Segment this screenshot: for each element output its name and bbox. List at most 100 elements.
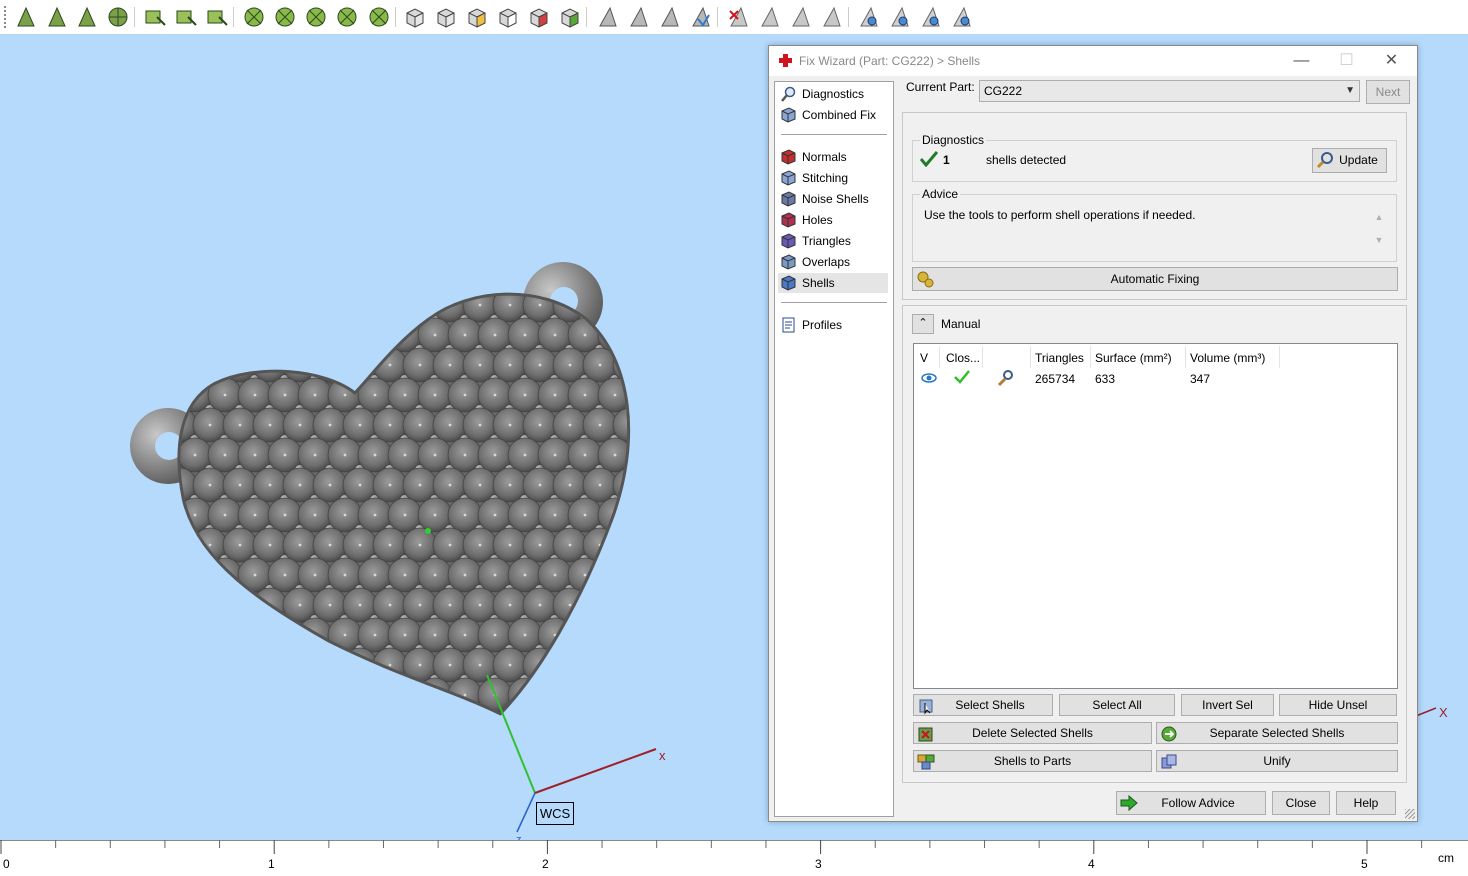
hollow-icon[interactable] <box>950 5 974 29</box>
close-button[interactable]: Close <box>1272 791 1330 815</box>
nav-item-normals[interactable]: Normals <box>778 147 888 167</box>
checkmark-icon <box>920 151 938 167</box>
shaded-view-icon[interactable] <box>596 5 620 29</box>
closed-check-icon <box>954 370 970 384</box>
view-front-icon[interactable] <box>403 5 427 29</box>
section-icon[interactable] <box>888 5 912 29</box>
update-button[interactable]: Update <box>1312 148 1387 173</box>
resize-grip[interactable] <box>1405 809 1415 819</box>
wcs-label: WCS <box>536 802 574 825</box>
mark-sphere-icon[interactable] <box>273 5 297 29</box>
minimize-button[interactable]: — <box>1279 46 1324 76</box>
transparent-icon[interactable] <box>820 5 849 29</box>
delete-selected-shells-button[interactable]: Delete Selected Shells <box>913 722 1152 744</box>
wireframe-view-icon[interactable] <box>627 5 651 29</box>
invert-sel-button[interactable]: Invert Sel <box>1181 694 1274 716</box>
rectangle-select-icon[interactable] <box>143 5 167 29</box>
column-header-triangles[interactable]: Triangles <box>1035 348 1084 368</box>
column-header-closed[interactable]: Clos... <box>946 348 980 368</box>
separate-selected-shells-button[interactable]: Separate Selected Shells <box>1156 722 1398 744</box>
holes-cube-icon <box>780 212 796 228</box>
fix-wizard-nav: Diagnostics Combined Fix Normals Stitching N… <box>774 81 894 817</box>
column-header-visible[interactable]: V <box>920 348 928 368</box>
mark-cone-icon[interactable] <box>335 5 359 29</box>
shells-cube-icon <box>780 275 796 291</box>
advice-group <box>912 194 1397 262</box>
view-top-icon[interactable] <box>465 5 489 29</box>
advice-scrollbar[interactable]: ▲ ▼ <box>1372 206 1386 252</box>
shells-to-parts-button[interactable]: Shells to Parts <box>913 750 1152 772</box>
mark-cylinder-icon[interactable] <box>304 5 328 29</box>
separate-selected-shells-label: Separate Selected Shells <box>1209 726 1345 740</box>
next-button[interactable]: Next <box>1366 80 1410 104</box>
current-part-select[interactable]: CG222 ▼ <box>979 80 1360 102</box>
mark-plane-icon[interactable] <box>242 5 266 29</box>
delete-selected-shells-label: Delete Selected Shells <box>972 726 1093 740</box>
current-part-value: CG222 <box>984 84 1023 98</box>
nav-item-label: Normals <box>802 150 847 164</box>
gears-icon <box>917 271 934 288</box>
nav-item-triangles[interactable]: Triangles <box>778 231 888 251</box>
wrench-magnifier-icon[interactable] <box>997 369 1015 387</box>
select-shell-icon[interactable] <box>106 5 135 29</box>
triangles-value: 265734 <box>1035 372 1076 386</box>
view-right-icon[interactable] <box>558 5 587 29</box>
help-button[interactable]: Help <box>1336 791 1396 815</box>
column-header-volume[interactable]: Volume (mm³) <box>1190 348 1265 368</box>
nav-item-shells[interactable]: Shells <box>778 273 888 293</box>
nav-item-label: Stitching <box>802 171 849 185</box>
select-all-button[interactable]: Select All <box>1059 694 1175 716</box>
nav-item-noise-shells[interactable]: Noise Shells <box>778 189 888 209</box>
lasso-select-icon[interactable] <box>205 5 234 29</box>
view-left-icon[interactable] <box>527 5 551 29</box>
collapse-manual-button[interactable]: ⌃ <box>912 314 934 334</box>
nav-item-label: Combined Fix <box>802 108 877 122</box>
green-arrow-right-icon <box>1120 794 1138 812</box>
column-header-surface[interactable]: Surface (mm²) <box>1095 348 1172 368</box>
select-triangle-icon[interactable] <box>14 5 38 29</box>
automatic-fixing-button[interactable]: Automatic Fixing <box>912 267 1398 291</box>
ruler-ticks <box>0 840 1468 854</box>
invert-triangles-icon[interactable] <box>758 5 782 29</box>
nav-item-profiles[interactable]: Profiles <box>778 315 888 335</box>
triangles-cube-icon <box>780 233 796 249</box>
mark-torus-icon[interactable] <box>367 5 396 29</box>
column-separator <box>1030 346 1031 368</box>
follow-advice-label: Follow Advice <box>1161 796 1235 810</box>
nav-item-combined-fix[interactable]: Combined Fix <box>778 105 888 125</box>
heart-pendant-model[interactable] <box>163 288 666 716</box>
select-curve-icon[interactable] <box>75 5 99 29</box>
dialog-titlebar[interactable]: Fix Wizard (Part: CG222) > Shells — ☐ ✕ <box>769 46 1417 76</box>
separate-shells-icon <box>1161 726 1177 742</box>
view-bottom-icon[interactable] <box>496 5 520 29</box>
shaded-edges-icon[interactable] <box>789 5 813 29</box>
close-window-button[interactable]: ✕ <box>1369 46 1414 76</box>
unify-button[interactable]: Unify <box>1156 750 1398 772</box>
nav-item-diagnostics[interactable]: Diagnostics <box>778 84 888 104</box>
nav-item-overlaps[interactable]: Overlaps <box>778 252 888 272</box>
delete-triangles-icon[interactable] <box>727 5 751 29</box>
triangles-view-icon[interactable] <box>658 5 682 29</box>
normals-view-icon[interactable] <box>689 5 718 29</box>
manual-title: Manual <box>941 317 981 331</box>
diagnostics-legend: Diagnostics <box>920 133 987 147</box>
dialog-title: Fix Wizard (Part: CG222) > Shells <box>799 54 981 68</box>
measure-icon[interactable] <box>857 5 881 29</box>
brush-select-icon[interactable] <box>174 5 198 29</box>
column-separator <box>1090 346 1091 368</box>
toolbar-grip[interactable] <box>4 6 6 28</box>
nav-item-label: Triangles <box>802 234 851 248</box>
nav-item-stitching[interactable]: Stitching <box>778 168 888 188</box>
shells-table[interactable]: V Clos... Triangles Surface (mm²) Volume… <box>913 343 1398 689</box>
nav-item-holes[interactable]: Holes <box>778 210 888 230</box>
hide-unsel-button[interactable]: Hide Unsel <box>1279 694 1397 716</box>
eye-icon[interactable] <box>921 372 937 384</box>
shells-to-parts-icon <box>917 754 935 770</box>
select-surface-icon[interactable] <box>45 5 69 29</box>
maximize-button[interactable]: ☐ <box>1324 46 1369 76</box>
select-shells-button[interactable]: Select Shells <box>913 694 1053 716</box>
ruler-label: 1 <box>268 857 275 871</box>
cut-icon[interactable] <box>919 5 943 29</box>
follow-advice-button[interactable]: Follow Advice <box>1116 791 1266 815</box>
view-back-icon[interactable] <box>434 5 458 29</box>
